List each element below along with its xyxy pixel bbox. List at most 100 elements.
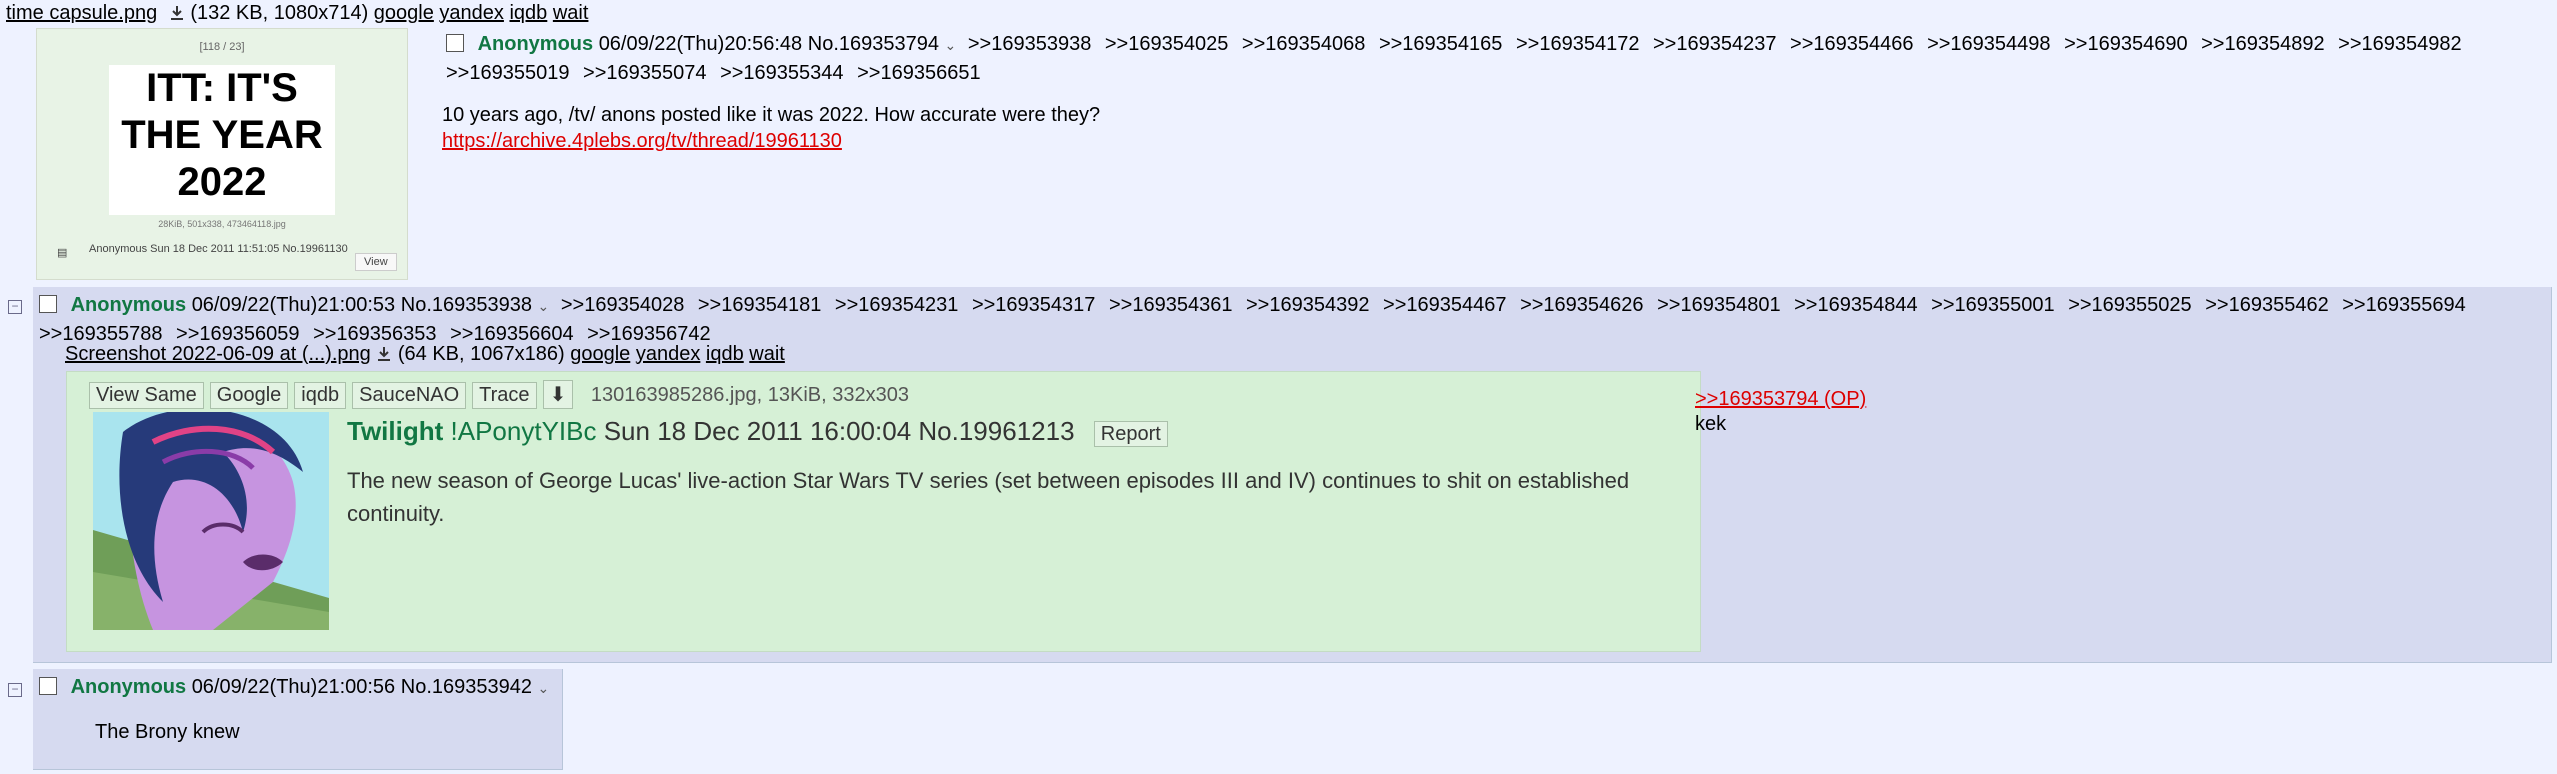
embed-download-icon: ⬇ — [542, 380, 574, 409]
reply1-body: >>169353794 (OP) kek — [1695, 387, 1866, 437]
reply2-header: Anonymous 06/09/22(Thu)21:00:56 No.16935… — [39, 673, 549, 702]
backlink[interactable]: >>169356742 — [587, 323, 710, 345]
reply1-datetime: 06/09/22(Thu)21:00:53 — [191, 294, 396, 316]
backlink[interactable]: >>169355694 — [2342, 294, 2465, 316]
op-checkbox[interactable] — [446, 34, 464, 52]
reply2-datetime: 06/09/22(Thu)21:00:56 — [191, 676, 396, 698]
backlink[interactable]: >>169354498 — [1927, 33, 2050, 55]
reply1-embedded-screenshot[interactable]: View Same Google iqdb SauceNAO Trace ⬇ 130163… — [66, 371, 1701, 652]
op-menu-chevron-icon[interactable]: ⌄ — [945, 37, 957, 53]
reply1-checkbox[interactable] — [39, 295, 57, 313]
embed-trace: Trace — [472, 382, 537, 409]
embed-post-header: Twilight !APonytYIBc Sun 18 Dec 2011 16:… — [347, 416, 1168, 447]
reply1-file-name[interactable]: Screenshot 2022-06-09 at (...).png — [65, 343, 371, 365]
backlink[interactable]: >>169353938 — [968, 33, 1091, 55]
backlink[interactable]: >>169356353 — [313, 323, 436, 345]
backlink[interactable]: >>169355462 — [2205, 294, 2328, 316]
op-search-google[interactable]: google — [374, 2, 434, 24]
backlink[interactable]: >>169356651 — [857, 62, 980, 84]
reply1-header: Anonymous 06/09/22(Thu)21:00:53 No.16935… — [39, 291, 2539, 348]
backlink[interactable]: >>169354892 — [2201, 33, 2324, 55]
reply1-message: kek — [1695, 413, 1727, 435]
thumb-view-button: View — [355, 253, 397, 271]
backlink[interactable]: >>169354982 — [2338, 33, 2461, 55]
backlink[interactable]: >>169354801 — [1657, 294, 1780, 316]
backlink[interactable]: >>169355019 — [446, 62, 569, 84]
download-icon[interactable] — [169, 5, 185, 21]
embed-name: Twilight — [347, 416, 444, 446]
thumb-counter: [118 / 23] — [199, 41, 245, 53]
op-thumbnail[interactable]: [118 / 23] ITT: IT'S THE YEAR 2022 28KiB… — [36, 28, 408, 280]
thumb-line-2: THE YEAR — [121, 113, 323, 157]
op-file-meta: (132 KB, 1080x714) — [190, 2, 369, 24]
reply1-search-wait[interactable]: wait — [749, 343, 785, 365]
backlink[interactable]: >>169355074 — [583, 62, 706, 84]
op-search-yandex[interactable]: yandex — [439, 2, 504, 24]
reply1-name: Anonymous — [70, 294, 187, 316]
embed-report-button: Report — [1093, 421, 1168, 447]
backlink[interactable]: >>169354844 — [1794, 294, 1917, 316]
op-message: 10 years ago, /tv/ anons posted like it … — [442, 102, 1100, 154]
reply2-post-number[interactable]: No.169353942 — [401, 676, 532, 698]
reply1-search-iqdb[interactable]: iqdb — [706, 343, 744, 365]
backlink[interactable]: >>169354690 — [2064, 33, 2187, 55]
reply1-quote-link[interactable]: >>169353794 (OP) — [1695, 388, 1866, 410]
backlink[interactable]: >>169356604 — [450, 323, 573, 345]
reply1-menu-chevron-icon[interactable]: ⌄ — [538, 298, 550, 314]
backlink[interactable]: >>169354392 — [1246, 294, 1369, 316]
collapse-toggle-icon[interactable]: − — [8, 676, 22, 699]
backlink[interactable]: >>169354165 — [1379, 33, 1502, 55]
backlink[interactable]: >>169356059 — [176, 323, 299, 345]
backlink[interactable]: >>169354181 — [698, 294, 821, 316]
reply2-message: The Brony knew — [95, 721, 240, 743]
reply-post-169353938: Anonymous 06/09/22(Thu)21:00:53 No.16935… — [33, 287, 2552, 663]
thumb-line-3: 2022 — [177, 160, 267, 204]
backlink[interactable]: >>169355788 — [39, 323, 162, 345]
thumb-caption: 28KiB, 501x338, 473464118.jpg — [158, 219, 286, 229]
backlink[interactable]: >>169355025 — [2068, 294, 2191, 316]
embed-toolbar: View Same Google iqdb SauceNAO Trace ⬇ 130163… — [89, 380, 909, 409]
reply1-file-line: Screenshot 2022-06-09 at (...).png (64 K… — [65, 343, 785, 366]
backlink[interactable]: >>169354231 — [835, 294, 958, 316]
reply2-name: Anonymous — [70, 676, 187, 698]
op-search-wait[interactable]: wait — [553, 2, 589, 24]
backlink[interactable]: >>169355001 — [1931, 294, 2054, 316]
backlink[interactable]: >>169354028 — [561, 294, 684, 316]
op-search-iqdb[interactable]: iqdb — [509, 2, 547, 24]
embed-post-number: No.19961213 — [918, 416, 1075, 446]
backlink[interactable]: >>169354466 — [1790, 33, 1913, 55]
op-datetime: 06/09/22(Thu)20:56:48 — [598, 33, 803, 55]
reply1-file-meta: (64 KB, 1067x186) — [397, 343, 565, 365]
reply1-post-number[interactable]: No.169353938 — [401, 294, 532, 316]
backlink[interactable]: >>169354068 — [1242, 33, 1365, 55]
reply2-checkbox[interactable] — [39, 677, 57, 695]
download-icon[interactable] — [376, 346, 392, 362]
backlink[interactable]: >>169354467 — [1383, 294, 1506, 316]
backlink[interactable]: >>169354025 — [1105, 33, 1228, 55]
thumb-image: ITT: IT'S THE YEAR 2022 — [109, 65, 335, 215]
embed-datetime: Sun 18 Dec 2011 16:00:04 — [603, 416, 912, 446]
backlink[interactable]: >>169354172 — [1516, 33, 1639, 55]
op-name: Anonymous — [477, 33, 594, 55]
op-file-name[interactable]: time capsule.png — [6, 2, 157, 24]
reply2-menu-chevron-icon[interactable]: ⌄ — [538, 680, 550, 696]
reply-post-169353942: Anonymous 06/09/22(Thu)21:00:56 No.16935… — [33, 669, 563, 770]
op-message-link[interactable]: https://archive.4plebs.org/tv/thread/199… — [442, 130, 842, 152]
reply1-search-google[interactable]: google — [570, 343, 630, 365]
backlink[interactable]: >>169354237 — [1653, 33, 1776, 55]
embed-file-info: 130163985286.jpg, 13KiB, 332x303 — [590, 384, 909, 406]
op-message-text: 10 years ago, /tv/ anons posted like it … — [442, 104, 1101, 126]
op-post-header: Anonymous 06/09/22(Thu)20:56:48 No.16935… — [446, 30, 2536, 87]
embed-message: The new season of George Lucas' live-act… — [347, 468, 1630, 526]
backlink[interactable]: >>169354317 — [972, 294, 1095, 316]
backlink[interactable]: >>169355344 — [720, 62, 843, 84]
backlink[interactable]: >>169354626 — [1520, 294, 1643, 316]
backlink[interactable]: >>169354361 — [1109, 294, 1232, 316]
thumb-line-1: ITT: IT'S — [146, 66, 298, 110]
thumb-post-info: Anonymous Sun 18 Dec 2011 11:51:05 No.19… — [89, 243, 348, 255]
reply1-search-yandex[interactable]: yandex — [636, 343, 701, 365]
collapse-toggle-icon[interactable]: − — [8, 293, 22, 316]
op-post-number[interactable]: No.169353794 — [808, 33, 939, 55]
embed-saucenao: SauceNAO — [352, 382, 467, 409]
op-file-line: time capsule.png (132 KB, 1080x714) goog… — [6, 2, 588, 25]
